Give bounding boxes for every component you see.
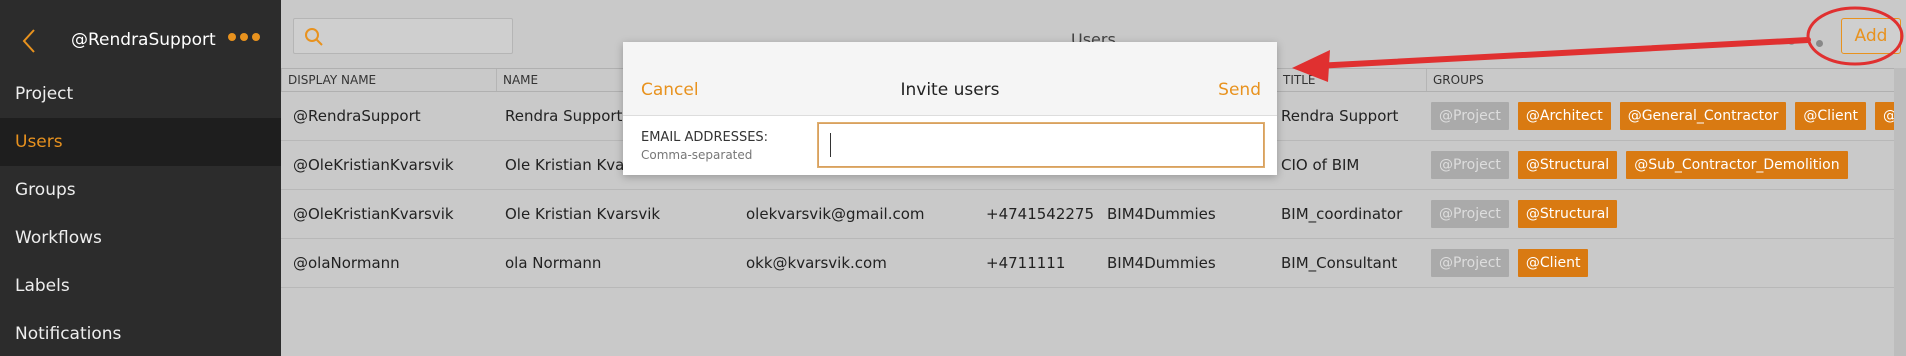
- group-tag[interactable]: @General_Contractor: [1619, 102, 1787, 130]
- cell-display-name: @OleKristianKvarsvik: [293, 205, 454, 223]
- cell-name: Ole Kristian Kvarsvik: [505, 205, 661, 223]
- sidebar-item-project[interactable]: Project: [0, 70, 281, 118]
- cell-email: okk@kvarsvik.com: [746, 254, 887, 272]
- dialog-body: EMAIL ADDRESSES: Comma-separated: [623, 116, 1277, 175]
- table-row[interactable]: @olaNormann ola Normann okk@kvarsvik.com…: [281, 239, 1906, 288]
- cell-email: olekvarsvik@gmail.com: [746, 205, 925, 223]
- email-label: EMAIL ADDRESSES:: [641, 130, 769, 145]
- cell-display-name: @olaNormann: [293, 254, 400, 272]
- cell-name: Rendra Support: [505, 107, 623, 125]
- sidebar-item-notifications[interactable]: Notifications: [0, 310, 281, 356]
- sidebar-item-users[interactable]: Users: [0, 118, 281, 166]
- cell-name: ola Normann: [505, 254, 602, 272]
- more-options-icon[interactable]: [228, 33, 260, 41]
- group-tag[interactable]: @Client: [1517, 249, 1589, 277]
- group-tags: @Project @Architect @General_Contractor …: [1431, 102, 1905, 130]
- sidebar-item-workflows[interactable]: Workflows: [0, 214, 281, 262]
- text-caret: [830, 133, 831, 157]
- status-dot-icon: [1788, 38, 1795, 45]
- group-tag[interactable]: @Sub_Contractor_Demolition: [1626, 151, 1848, 179]
- cell-phone: +4711111: [986, 254, 1066, 272]
- group-tags: @Project @Structural @Sub_Contractor_Dem…: [1431, 151, 1848, 179]
- dialog-title: Invite users: [900, 80, 1000, 100]
- sidebar-nav: Project Users Groups Workflows Labels No…: [0, 70, 281, 356]
- search-input[interactable]: [293, 18, 513, 54]
- send-button[interactable]: Send: [1218, 80, 1261, 100]
- email-hint: Comma-separated: [641, 148, 753, 162]
- cell-title: BIM_coordinator: [1281, 205, 1403, 223]
- column-title[interactable]: TITLE: [1276, 69, 1426, 91]
- group-tag[interactable]: @Architect: [1517, 102, 1611, 130]
- group-tag[interactable]: @Project: [1431, 200, 1509, 228]
- cell-company: BIM4Dummies: [1107, 205, 1216, 223]
- cell-title: BIM_Consultant: [1281, 254, 1398, 272]
- cell-display-name: @RendraSupport: [293, 107, 421, 125]
- group-tag[interactable]: @Structural: [1517, 151, 1618, 179]
- sidebar-item-labels[interactable]: Labels: [0, 262, 281, 310]
- column-display-name[interactable]: DISPLAY NAME: [281, 69, 496, 91]
- cell-phone: +4741542275: [986, 205, 1095, 223]
- invite-users-dialog: Cancel Invite users Send EMAIL ADDRESSES…: [623, 42, 1277, 175]
- dialog-header: Cancel Invite users Send: [623, 42, 1277, 116]
- table-row[interactable]: @OleKristianKvarsvik Ole Kristian Kvarsv…: [281, 190, 1906, 239]
- email-addresses-input[interactable]: [817, 122, 1265, 168]
- column-groups[interactable]: GROUPS: [1426, 69, 1906, 91]
- group-tags: @Project @Structural: [1431, 200, 1618, 228]
- sidebar-title: @RendraSupport: [71, 30, 216, 50]
- sidebar-item-groups[interactable]: Groups: [0, 166, 281, 214]
- sidebar: @RendraSupport Project Users Groups Work…: [0, 0, 281, 356]
- group-tag[interactable]: @Project: [1431, 249, 1509, 277]
- status-dot-icon: [1816, 40, 1823, 47]
- group-tag[interactable]: @Project: [1431, 102, 1509, 130]
- cell-name: Ole Kristian Kvars: [505, 156, 639, 174]
- back-chevron-icon[interactable]: [14, 24, 44, 58]
- group-tags: @Project @Client: [1431, 249, 1589, 277]
- cell-company: BIM4Dummies: [1107, 254, 1216, 272]
- group-tag[interactable]: @Structural: [1517, 200, 1618, 228]
- vertical-scrollbar[interactable]: [1894, 68, 1906, 356]
- cell-title: Rendra Support: [1281, 107, 1399, 125]
- group-tag[interactable]: @Project: [1431, 151, 1509, 179]
- add-button[interactable]: Add: [1841, 18, 1901, 54]
- cell-title: CIO of BIM: [1281, 156, 1360, 174]
- search-icon: [305, 28, 323, 46]
- cell-display-name: @OleKristianKvarsvik: [293, 156, 454, 174]
- group-tag[interactable]: @Client: [1795, 102, 1866, 130]
